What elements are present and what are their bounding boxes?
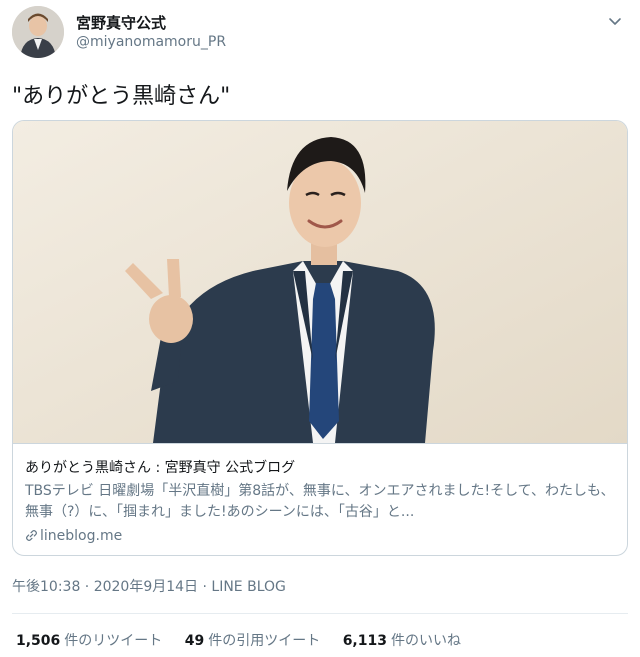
likes-stat[interactable]: 6,113 件のいいね [343,630,461,650]
card-domain: lineblog.me [25,528,122,544]
likes-label: 件のいいね [390,633,461,649]
avatar[interactable] [12,6,64,58]
tweet-header: 宮野真守公式 @miyanomamoru_PR [12,6,628,62]
tweet-stats: 1,506 件のリツイート 49 件の引用ツイート 6,113 件のいいね [16,630,479,650]
card-description: TBSテレビ 日曜劇場「半沢直樹」第8話が、無事に、オンエアされました!そして、… [25,483,615,520]
quotes-count: 49 [184,633,205,649]
display-name[interactable]: 宮野真守公式 [76,12,166,33]
tweet-text: "ありがとう黒崎さん" [12,84,231,109]
link-icon [26,530,37,541]
likes-count: 6,113 [342,633,387,649]
retweets-count: 1,506 [16,633,61,649]
quotes-label: 件の引用ツイート [208,633,321,649]
card-title: ありがとう黒崎さん : 宮野真守 公式ブログ [25,460,296,476]
tweet-timestamp[interactable]: 午後10:38 · 2020年9月14日 · LINE BLOG [12,576,286,596]
quotes-stat[interactable]: 49 件の引用ツイート [185,630,320,650]
retweets-stat[interactable]: 1,506 件のリツイート [16,630,162,650]
retweets-label: 件のリツイート [64,633,163,649]
handle[interactable]: @miyanomamoru_PR [76,34,226,50]
card-domain-text: lineblog.me [40,528,123,544]
chevron-down-icon[interactable] [606,12,624,30]
link-card[interactable]: ありがとう黒崎さん : 宮野真守 公式ブログ TBSテレビ 日曜劇場「半沢直樹」… [12,120,628,556]
card-image[interactable] [13,121,627,443]
tweet: 宮野真守公式 @miyanomamoru_PR "ありがとう黒崎さん" ありがと… [0,0,640,657]
divider [12,613,628,614]
card-body[interactable]: ありがとう黒崎さん : 宮野真守 公式ブログ TBSテレビ 日曜劇場「半沢直樹」… [13,443,627,555]
